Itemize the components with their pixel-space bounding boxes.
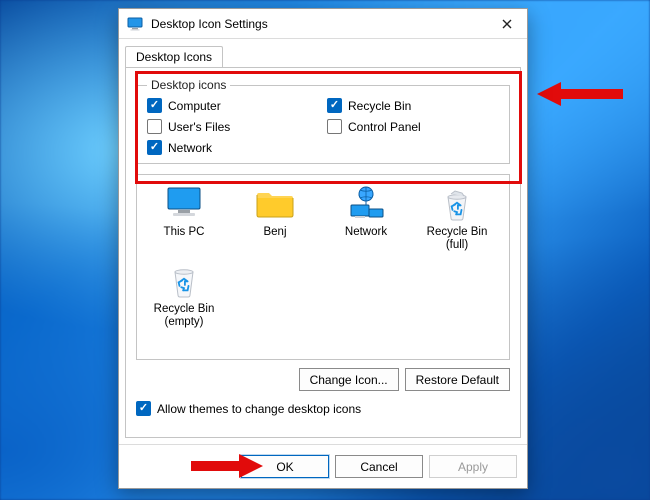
checkbox-box	[327, 98, 342, 113]
tab-desktop-icons[interactable]: Desktop Icons	[125, 46, 223, 68]
checkbox-box	[147, 140, 162, 155]
icon-label: Network	[325, 226, 407, 254]
this-pc-icon	[143, 183, 225, 223]
folder-icon	[234, 183, 316, 223]
dialog-window: Desktop Icon Settings Desktop Icons Desk…	[118, 8, 528, 489]
checkbox-computer[interactable]: Computer	[147, 98, 319, 113]
recycle-bin-empty-icon	[143, 260, 225, 300]
group-desktop-icons: Desktop icons Computer Recycle Bin User'…	[136, 78, 510, 164]
checkbox-label: Network	[168, 141, 212, 155]
checkbox-allow-themes[interactable]: Allow themes to change desktop icons	[136, 401, 510, 416]
checkbox-recycle-bin[interactable]: Recycle Bin	[327, 98, 499, 113]
group-legend: Desktop icons	[147, 78, 230, 92]
checkbox-label: Recycle Bin	[348, 99, 411, 113]
checkbox-control-panel[interactable]: Control Panel	[327, 119, 499, 134]
ok-button[interactable]: OK	[241, 455, 329, 478]
preview-recycle-bin-empty[interactable]: Recycle Bin (empty)	[143, 258, 225, 331]
preview-network[interactable]: Network	[325, 181, 407, 254]
icon-label: This PC	[143, 226, 225, 254]
checkbox-label: Allow themes to change desktop icons	[157, 402, 361, 416]
restore-default-button[interactable]: Restore Default	[405, 368, 510, 391]
preview-this-pc[interactable]: This PC	[143, 181, 225, 254]
checkbox-label: Control Panel	[348, 120, 421, 134]
change-icon-button[interactable]: Change Icon...	[299, 368, 399, 391]
close-icon	[502, 19, 512, 29]
apply-button[interactable]: Apply	[429, 455, 517, 478]
titlebar: Desktop Icon Settings	[119, 9, 527, 39]
preview-user-folder[interactable]: Benj	[234, 181, 316, 254]
cancel-button[interactable]: Cancel	[335, 455, 423, 478]
close-button[interactable]	[493, 13, 521, 35]
app-icon	[127, 16, 143, 32]
tabstrip: Desktop Icons	[119, 39, 527, 67]
checkbox-box	[327, 119, 342, 134]
checkbox-label: User's Files	[168, 120, 230, 134]
icon-label: Benj	[234, 226, 316, 254]
network-icon	[325, 183, 407, 223]
icon-preview-well: This PC Benj	[136, 174, 510, 360]
dialog-button-bar: OK Cancel Apply	[119, 444, 527, 488]
icon-label: Recycle Bin (full)	[416, 226, 498, 254]
checkbox-box	[147, 119, 162, 134]
checkbox-box	[147, 98, 162, 113]
tab-body: Desktop icons Computer Recycle Bin User'…	[125, 67, 521, 438]
checkbox-users-files[interactable]: User's Files	[147, 119, 319, 134]
checkbox-box	[136, 401, 151, 416]
checkbox-label: Computer	[168, 99, 221, 113]
icon-label: Recycle Bin (empty)	[143, 303, 225, 331]
window-title: Desktop Icon Settings	[151, 17, 268, 31]
checkbox-network[interactable]: Network	[147, 140, 319, 155]
preview-recycle-bin-full[interactable]: Recycle Bin (full)	[416, 181, 498, 254]
recycle-bin-full-icon	[416, 183, 498, 223]
